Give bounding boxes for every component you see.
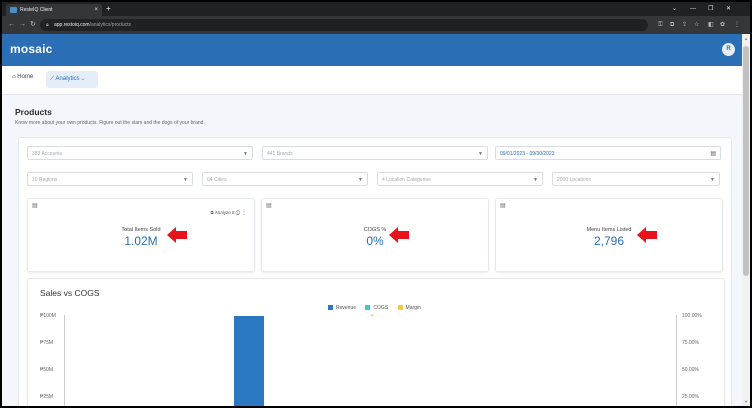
menu-icon[interactable]: ⋮ <box>734 16 740 34</box>
extensions-icon[interactable]: ✿ <box>720 16 725 34</box>
kpi-label: COGS % <box>363 227 387 233</box>
main-content: Products Know more about your own produc… <box>2 95 742 406</box>
y-axis-left <box>64 315 65 406</box>
star-icon[interactable]: ☆ <box>694 16 699 34</box>
chart-title: Sales vs COGS <box>40 288 100 298</box>
kpi-card-total-items-sold: ▤ ⧉ Analyze It ⓘ ⋮ Total Items Sold 1.02… <box>27 198 255 272</box>
app-header: mosaic R <box>2 34 742 66</box>
brands-select[interactable]: 441 Brands ▼ <box>262 146 488 160</box>
sales-vs-cogs-chart: Sales vs COGS Revenue COGS Margin ✦ ₱100… <box>27 278 725 406</box>
share-icon[interactable]: ⇪ <box>682 16 687 34</box>
location-tiers-select[interactable]: 2000 Locations ▼ <box>552 172 720 186</box>
kpi-value: 2,796 <box>593 234 625 248</box>
brand-logo[interactable]: mosaic <box>10 42 53 56</box>
new-tab-button[interactable]: + <box>106 3 111 15</box>
y-left-tick: ₱50M <box>40 367 54 373</box>
kpi-value: 1.02M <box>124 234 158 248</box>
arrow-left-icon <box>637 227 657 243</box>
avatar[interactable]: R <box>722 43 735 56</box>
more-options-icon[interactable]: ⋮ <box>241 209 247 216</box>
y-axis-right <box>676 315 677 406</box>
accounts-select[interactable]: 383 Accounts ▼ <box>27 146 253 160</box>
legend-revenue[interactable]: Revenue <box>328 305 356 311</box>
tab-close-icon[interactable]: × <box>94 4 98 16</box>
kpi-card-cogs: ▤ COGS % 0% <box>261 198 489 272</box>
regions-select[interactable]: 10 Regions ▼ <box>27 172 193 186</box>
tab-title: ResteIQ Client <box>20 7 53 13</box>
y-right-tick: 25.00% <box>682 394 699 400</box>
browser-tab[interactable]: ResteIQ Client × <box>6 4 102 16</box>
kpi-label: Menu Items Listed <box>586 227 632 233</box>
back-icon[interactable]: ← <box>8 16 15 34</box>
url-text: app.restoiq.com/analytics/products <box>54 22 131 28</box>
analyze-button[interactable]: ⧉ Analyze It ⓘ <box>211 210 240 215</box>
url-field[interactable]: 🔒︎ app.restoiq.com/analytics/products <box>40 19 648 31</box>
page-title: Products <box>15 107 52 117</box>
caret-down-icon: ▼ <box>243 151 248 157</box>
home-icon: ⌂ <box>12 74 16 80</box>
nav-home[interactable]: ⌂ Home <box>12 74 33 80</box>
arrow-left-icon <box>389 227 409 243</box>
y-left-tick: ₱100M <box>40 313 56 319</box>
y-right-tick: 75.00% <box>682 340 699 346</box>
calendar-icon: ▤ <box>710 151 716 157</box>
nav-analytics-label: Analytics <box>55 76 80 82</box>
caret-down-icon: ▼ <box>358 177 363 183</box>
lock-icon: 🔒︎ <box>46 22 49 28</box>
favicon-icon <box>10 7 17 13</box>
kpi-value: 0% <box>366 234 384 248</box>
tab-strip: ResteIQ Client × + ⌄ — ❐ ✕ <box>2 2 750 16</box>
address-bar: ← → ↻ 🔒︎ app.restoiq.com/analytics/produ… <box>2 16 750 34</box>
legend-cogs[interactable]: COGS <box>365 305 388 311</box>
revenue-bar[interactable] <box>234 316 264 406</box>
translate-icon[interactable]: ⧉ <box>670 16 674 34</box>
close-window-icon[interactable]: ✕ <box>726 2 731 16</box>
minimize-icon[interactable]: — <box>690 2 696 16</box>
nav-analytics[interactable]: ⟋ Analytics ⌄ <box>46 71 98 88</box>
date-range-input[interactable]: 09/01/2023 - 09/30/2023 ▤ <box>495 146 721 160</box>
location-categories-select[interactable]: 4 Location Categories ▼ <box>377 172 543 186</box>
nav-home-label: Home <box>17 74 34 80</box>
sidepanel-icon[interactable]: ◧ <box>708 16 714 34</box>
y-left-tick: ₱75M <box>40 340 54 346</box>
page-subtitle: Know more about your own products. Figur… <box>15 120 205 126</box>
trend-icon: ⟋ <box>50 76 55 82</box>
page-scrollbar[interactable]: ▲ ▼ <box>742 34 750 406</box>
arrow-left-icon <box>167 227 187 243</box>
maximize-icon[interactable]: ❐ <box>708 2 713 16</box>
forward-icon[interactable]: → <box>19 16 26 34</box>
cities-select[interactable]: 64 Cities ▼ <box>202 172 368 186</box>
y-right-tick: 50.00% <box>682 367 699 373</box>
report-icon[interactable]: ▤ <box>266 202 272 209</box>
kpi-card-menu-items: ▤ Menu Items Listed 2,796 <box>495 198 723 272</box>
caret-down-icon: ▼ <box>533 177 538 183</box>
key-icon[interactable]: ⚿ <box>658 16 663 34</box>
y-left-tick: ₱25M <box>40 394 54 400</box>
legend-margin[interactable]: Margin <box>397 305 421 311</box>
chart-legend: Revenue COGS Margin <box>328 305 429 311</box>
chevron-down-icon: ⌄ <box>81 76 85 82</box>
report-icon[interactable]: ▤ <box>500 202 506 209</box>
margin-point: ✦ <box>370 313 375 319</box>
y-right-tick: 100.00% <box>682 313 702 319</box>
products-panel: 383 Accounts ▼ 441 Brands ▼ 09/01/2023 - 0… <box>18 137 732 406</box>
browser-window: ResteIQ Client × + ⌄ — ❐ ✕ ← → ↻ 🔒︎ app.… <box>2 2 750 406</box>
kpi-label: Total Items Sold <box>121 227 161 233</box>
caret-down-icon: ▼ <box>183 177 188 183</box>
breadcrumb: ⌂ Home ⟋ Analytics ⌄ <box>2 66 742 95</box>
caret-down-icon: ▼ <box>478 151 483 157</box>
scrollbar-thumb[interactable] <box>743 46 749 276</box>
caret-down-icon: ▼ <box>710 177 715 183</box>
reload-icon[interactable]: ↻ <box>30 16 36 34</box>
report-icon[interactable]: ▤ <box>32 202 38 209</box>
tab-search-icon[interactable]: ⌄ <box>672 2 677 16</box>
